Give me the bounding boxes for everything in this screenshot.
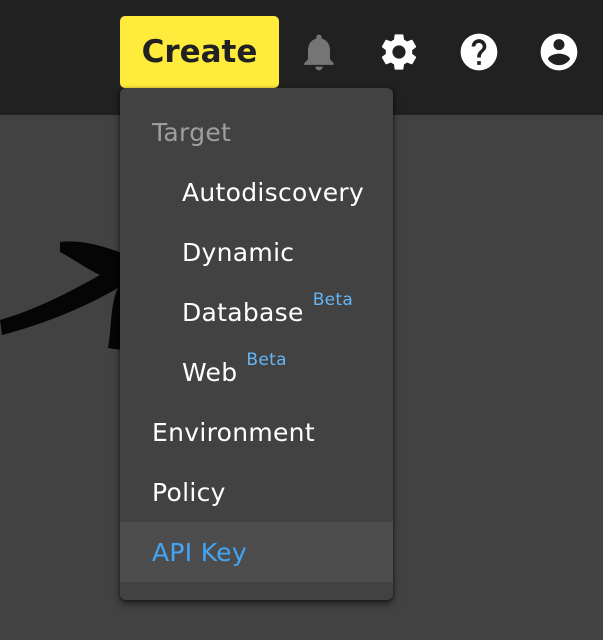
help-icon-glyph: [460, 33, 498, 71]
menu-item-policy[interactable]: Policy: [120, 462, 393, 522]
menu-item-label: API Key: [152, 537, 247, 567]
help-icon[interactable]: [457, 30, 501, 74]
menu-item-database[interactable]: Database Beta: [120, 282, 393, 342]
menu-section-target: Target: [120, 102, 393, 162]
menu-item-label: Dynamic: [182, 237, 295, 267]
create-dropdown-menu: Target Autodiscovery Dynamic Database Be…: [120, 88, 393, 600]
menu-item-label: Autodiscovery: [182, 177, 365, 207]
account-icon[interactable]: [537, 30, 581, 74]
beta-badge: Beta: [246, 350, 287, 370]
menu-section-label: Target: [152, 117, 232, 147]
menu-item-web[interactable]: Web Beta: [120, 342, 393, 402]
gear-icon[interactable]: [377, 30, 421, 74]
gear-icon-glyph: [381, 34, 417, 70]
menu-item-api-key[interactable]: API Key: [120, 522, 393, 582]
create-button[interactable]: Create: [120, 16, 279, 88]
menu-item-label: Policy: [152, 477, 226, 507]
beta-badge: Beta: [312, 290, 354, 310]
menu-item-autodiscovery[interactable]: Autodiscovery: [120, 162, 393, 222]
menu-item-environment[interactable]: Environment: [120, 402, 393, 462]
menu-item-label: Database: [182, 297, 304, 327]
menu-item-dynamic[interactable]: Dynamic: [120, 222, 393, 282]
account-icon-glyph: [540, 33, 578, 71]
menu-item-label: Web: [182, 357, 238, 387]
bell-icon[interactable]: [297, 30, 341, 74]
menu-item-label: Environment: [152, 417, 315, 447]
bell-icon-glyph: [304, 34, 334, 71]
